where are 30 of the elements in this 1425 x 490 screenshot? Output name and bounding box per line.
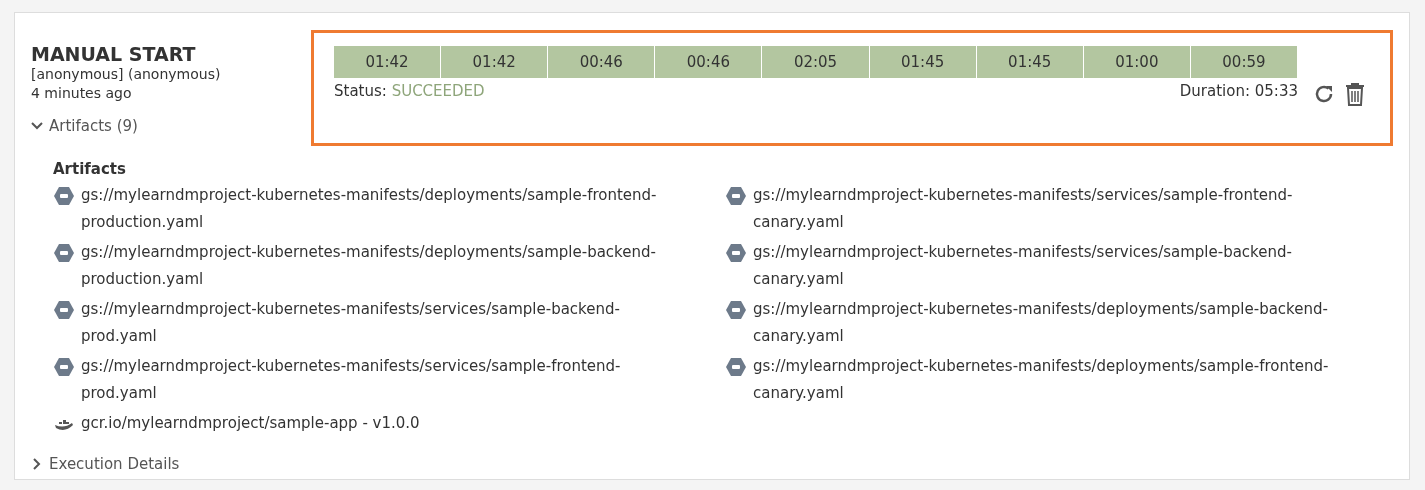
stage-segment[interactable]: 01:45 [869, 46, 977, 78]
stage-segment[interactable]: 02:05 [762, 46, 870, 78]
hexagon-icon [53, 186, 75, 206]
hexagon-icon [725, 186, 747, 206]
artifacts-heading: Artifacts [53, 160, 127, 178]
stage-segment[interactable]: 00:59 [1190, 46, 1298, 78]
stage-segment[interactable]: 01:00 [1083, 46, 1191, 78]
chevron-right-icon [31, 458, 43, 470]
time-text: 4 minutes ago [31, 84, 133, 103]
duration-text: Duration: 05:33 [1179, 82, 1298, 100]
artifacts-toggle[interactable]: Artifacts (9) [31, 117, 138, 135]
status-text: Status: SUCCEEDED [334, 82, 485, 100]
stage-segment[interactable]: 00:46 [655, 46, 763, 78]
hexagon-icon [725, 357, 747, 377]
artifact-path: gs://mylearndmproject-kubernetes-manifests/deployments/sample-frontend-canary.yaml [753, 356, 1330, 404]
chevron-down-icon [31, 120, 43, 132]
hexagon-icon [725, 300, 747, 320]
trash-icon[interactable] [1344, 82, 1366, 106]
stage-segment[interactable]: 01:42 [334, 46, 442, 78]
stage-segment[interactable]: 00:46 [548, 46, 656, 78]
execution-details-toggle[interactable]: Execution Details [31, 455, 180, 473]
hexagon-icon [53, 357, 75, 377]
stage-segment[interactable]: 01:42 [441, 46, 549, 78]
hexagon-icon [53, 300, 75, 320]
hexagon-icon [725, 243, 747, 263]
trigger-text: [anonymous] (anonymous) [31, 65, 222, 84]
artifact-path: gcr.io/mylearndmproject/sample-app - v1.0.0 [81, 413, 421, 434]
execution-title: MANUAL START [31, 43, 197, 65]
stage-segment[interactable]: 01:45 [976, 46, 1084, 78]
hexagon-icon [53, 243, 75, 263]
